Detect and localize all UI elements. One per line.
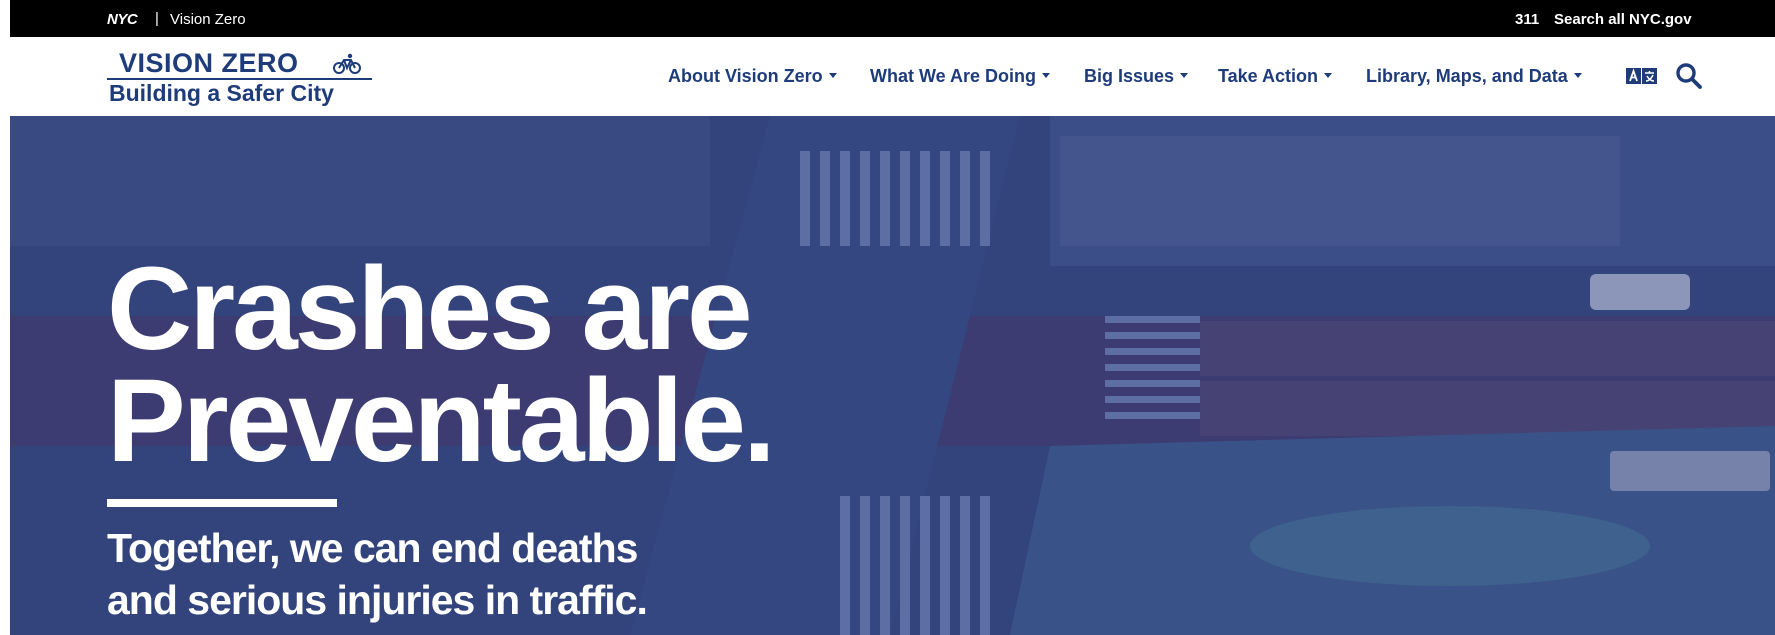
headline-line-2: Preventable. xyxy=(107,355,776,487)
vision-zero-logo[interactable]: VISION ZERO Building a Safer City xyxy=(107,48,377,106)
nav-what-we-are-doing[interactable]: What We Are Doing xyxy=(870,65,1050,87)
headline-line-1: Crashes are xyxy=(107,243,753,375)
nav-label: About Vision Zero xyxy=(668,66,823,86)
caret-down-icon xyxy=(1324,72,1333,78)
hero-banner: Crashes are Preventable. Together, we ca… xyxy=(10,116,1775,635)
subhead-line-1: Together, we can end deaths xyxy=(107,525,638,571)
logo-title: VISION ZERO xyxy=(119,48,299,78)
search-icon[interactable] xyxy=(1675,62,1703,90)
nav-label: Big Issues xyxy=(1084,66,1175,86)
bicycle-icon xyxy=(333,53,361,74)
topbar-separator: | xyxy=(155,10,159,27)
nav-library-maps-data[interactable]: Library, Maps, and Data xyxy=(1366,65,1582,87)
search-all-nyc-link[interactable]: Search all NYC.gov xyxy=(1554,11,1692,28)
nyc-top-bar: NYC | Vision Zero 311 Search all NYC.gov xyxy=(10,0,1775,37)
nav-about-vision-zero[interactable]: About Vision Zero xyxy=(668,65,837,87)
nav-label: Take Action xyxy=(1218,66,1319,86)
logo-tagline: Building a Safer City xyxy=(109,80,334,106)
nav-take-action[interactable]: Take Action xyxy=(1218,65,1333,87)
hero-headline: Crashes are Preventable. xyxy=(107,243,776,487)
site-header: VISION ZERO Building a Safer City About … xyxy=(10,37,1775,116)
link-311[interactable]: 311 xyxy=(1515,11,1539,28)
caret-down-icon xyxy=(1042,72,1050,78)
translate-icon[interactable] xyxy=(1626,67,1658,85)
caret-down-icon xyxy=(828,72,837,78)
hero-subheading: Together, we can end deaths and serious … xyxy=(107,522,648,626)
nyc-logo[interactable]: NYC xyxy=(107,11,138,28)
nav-label: What We Are Doing xyxy=(870,66,1036,86)
vision-zero-home-link[interactable]: Vision Zero xyxy=(170,11,246,28)
subhead-line-2: and serious injuries in traffic. xyxy=(107,577,648,623)
nav-label: Library, Maps, and Data xyxy=(1366,66,1568,86)
caret-down-icon xyxy=(1573,72,1582,78)
nav-big-issues[interactable]: Big Issues xyxy=(1084,65,1189,87)
headline-divider xyxy=(107,499,337,507)
caret-down-icon xyxy=(1180,72,1189,78)
